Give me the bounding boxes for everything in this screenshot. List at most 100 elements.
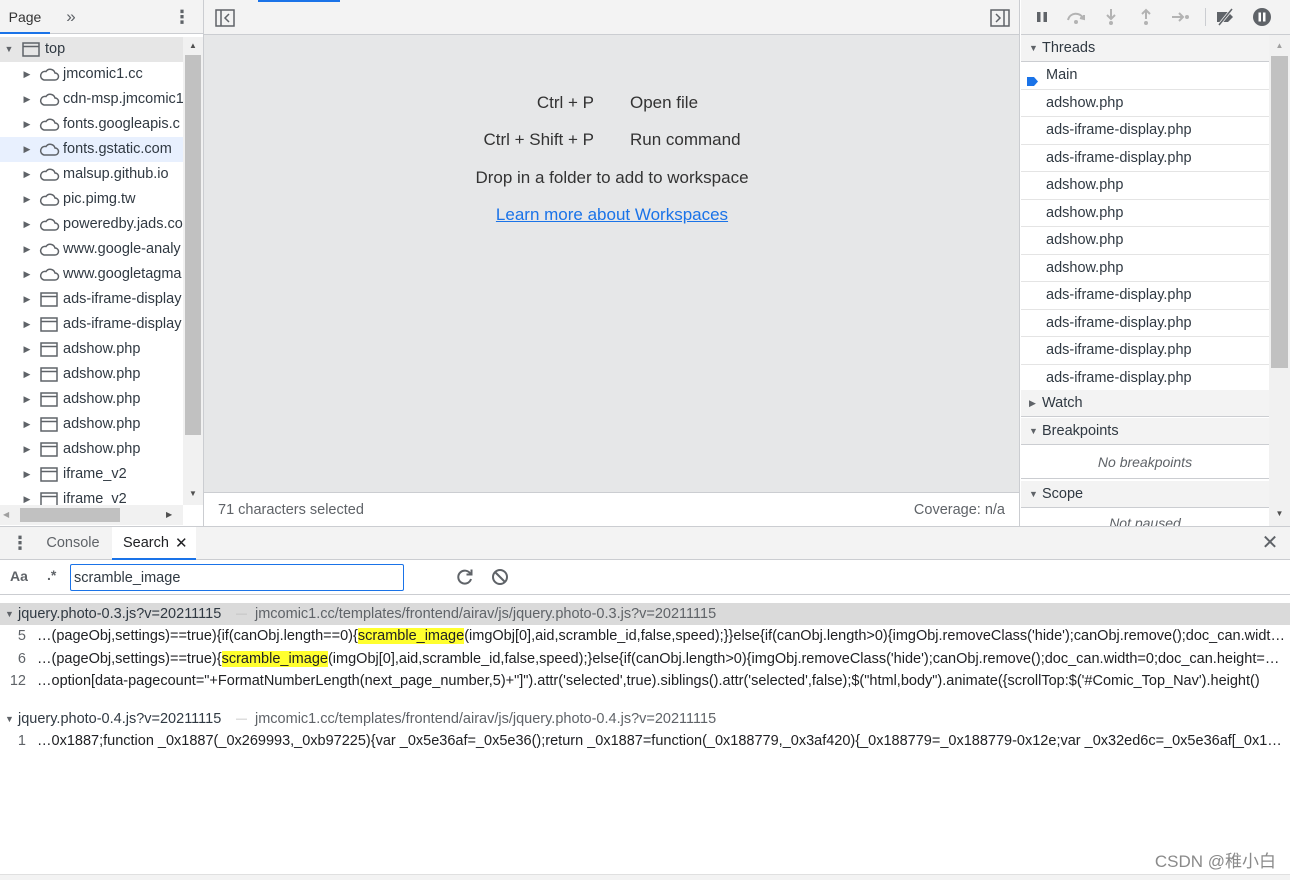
collapse-triangle-icon[interactable]: ▶: [21, 312, 33, 337]
tree-item[interactable]: ▶ iframe_v2: [0, 487, 183, 505]
tree-item[interactable]: ▶ adshow.php: [0, 412, 183, 437]
result-match-row[interactable]: 6 …(pageObj,settings)==true){scramble_ima…: [0, 648, 1290, 670]
collapse-triangle-icon[interactable]: ▶: [21, 412, 33, 437]
tree-item[interactable]: ▶ www.googletagma: [0, 262, 183, 287]
scroll-left-arrow-icon[interactable]: ◀: [3, 505, 17, 525]
tree-item[interactable]: ▶ cdn-msp.jmcomic1: [0, 87, 183, 112]
thread-item[interactable]: adshow.php: [1021, 255, 1269, 282]
step-over-icon[interactable]: [1065, 6, 1087, 28]
search-results: ▼ jquery.photo-0.3.js?v=20211115 — jmcomic1…: [0, 603, 1290, 873]
tree-item[interactable]: ▶ poweredby.jads.co: [0, 212, 183, 237]
collapse-triangle-icon[interactable]: ▶: [21, 462, 33, 487]
breakpoints-section-header[interactable]: ▼ Breakpoints: [1021, 418, 1269, 445]
scrollbar-thumb[interactable]: [1271, 56, 1288, 368]
coverage-status[interactable]: Coverage: n/a: [914, 493, 1005, 527]
collapse-triangle-icon[interactable]: ▶: [21, 437, 33, 462]
scrollbar-thumb[interactable]: [20, 508, 120, 522]
thread-name: ads-iframe-display.php: [1046, 287, 1192, 303]
collapse-triangle-icon[interactable]: ▶: [21, 287, 33, 312]
result-file-header[interactable]: ▼ jquery.photo-0.4.js?v=20211115 — jmcomic1…: [0, 708, 1290, 730]
collapse-triangle-icon[interactable]: ▶: [21, 137, 33, 162]
thread-item[interactable]: adshow.php: [1021, 227, 1269, 255]
regex-toggle[interactable]: .*: [47, 567, 56, 583]
thread-name: adshow.php: [1046, 94, 1124, 111]
step-icon[interactable]: [1169, 6, 1191, 28]
learn-more-workspaces-link[interactable]: Learn more about Workspaces: [496, 205, 728, 224]
pause-icon[interactable]: [1031, 6, 1053, 28]
tab-page[interactable]: Page: [0, 0, 50, 34]
tree-item[interactable]: ▶ fonts.googleapis.c: [0, 112, 183, 137]
collapse-triangle-icon[interactable]: ▶: [21, 62, 33, 87]
pause-on-exceptions-icon[interactable]: [1251, 6, 1273, 28]
tree-item[interactable]: ▶ ads-iframe-display: [0, 312, 183, 337]
thread-item[interactable]: ads-iframe-display.php: [1021, 145, 1269, 172]
thread-item[interactable]: ads-iframe-display.php: [1021, 310, 1269, 337]
thread-item[interactable]: Main: [1021, 62, 1269, 90]
tree-vertical-scrollbar[interactable]: ▲ ▼: [183, 37, 203, 505]
tree-horizontal-scrollbar[interactable]: ◀ ▶: [0, 505, 183, 525]
tab-console[interactable]: Console: [34, 527, 112, 560]
result-file-name: jquery.photo-0.4.js?v=20211115: [18, 710, 222, 727]
clear-icon[interactable]: [489, 566, 511, 588]
tree-item[interactable]: ▶ ads-iframe-display: [0, 287, 183, 312]
close-drawer-icon[interactable]: ✕: [1258, 527, 1282, 560]
collapse-triangle-icon[interactable]: ▶: [21, 337, 33, 362]
thread-item[interactable]: ads-iframe-display.php: [1021, 337, 1269, 365]
tree-item[interactable]: ▶ adshow.php: [0, 337, 183, 362]
tree-item[interactable]: ▶ iframe_v2: [0, 462, 183, 487]
tree-item[interactable]: ▶ adshow.php: [0, 362, 183, 387]
collapse-triangle-icon[interactable]: ▶: [21, 87, 33, 112]
threads-section-header[interactable]: ▼ Threads: [1021, 35, 1269, 62]
scrollbar-thumb[interactable]: [185, 55, 201, 435]
step-out-icon[interactable]: [1135, 6, 1157, 28]
collapse-triangle-icon[interactable]: ▶: [21, 212, 33, 237]
tree-item[interactable]: ▶ adshow.php: [0, 387, 183, 412]
thread-item[interactable]: ads-iframe-display.php: [1021, 117, 1269, 145]
tree-item[interactable]: ▶ adshow.php: [0, 437, 183, 462]
expand-triangle-icon[interactable]: ▼: [3, 37, 15, 62]
toggle-navigator-icon[interactable]: [214, 8, 236, 28]
result-match-row[interactable]: 12 …option[data-pagecount="+FormatNumberL…: [0, 670, 1290, 692]
collapse-triangle-icon[interactable]: ▶: [21, 362, 33, 387]
tab-search[interactable]: Search ✕: [112, 527, 196, 560]
thread-item[interactable]: adshow.php: [1021, 172, 1269, 200]
debugger-vertical-scrollbar[interactable]: ▲ ▼: [1269, 35, 1290, 526]
drawer-menu-icon[interactable]: ⋮: [10, 527, 30, 560]
collapse-triangle-icon[interactable]: ▶: [21, 237, 33, 262]
scroll-right-arrow-icon[interactable]: ▶: [166, 505, 180, 525]
scope-section-header[interactable]: ▼ Scope: [1021, 481, 1269, 508]
thread-item[interactable]: adshow.php: [1021, 90, 1269, 117]
watch-section-header[interactable]: ▶ Watch: [1021, 390, 1269, 417]
search-input[interactable]: [70, 564, 404, 591]
tree-item[interactable]: ▼ top: [0, 37, 183, 62]
more-tabs-icon[interactable]: »: [60, 0, 82, 34]
collapse-triangle-icon[interactable]: ▶: [21, 487, 33, 505]
result-file-header[interactable]: ▼ jquery.photo-0.3.js?v=20211115 — jmcomic1…: [0, 603, 1290, 625]
deactivate-breakpoints-icon[interactable]: [1214, 6, 1236, 28]
scroll-down-arrow-icon[interactable]: ▼: [1269, 507, 1290, 521]
match-case-toggle[interactable]: Aa: [10, 568, 28, 584]
tree-item[interactable]: ▶ malsup.github.io: [0, 162, 183, 187]
tree-item[interactable]: ▶ pic.pimg.tw: [0, 187, 183, 212]
more-options-icon[interactable]: ⋮: [172, 0, 192, 34]
thread-item[interactable]: ads-iframe-display.php: [1021, 282, 1269, 310]
result-match-row[interactable]: 1 …0x1887;function _0x1887(_0x269993,_0xb…: [0, 730, 1290, 752]
refresh-icon[interactable]: [454, 566, 476, 588]
collapse-triangle-icon[interactable]: ▶: [21, 187, 33, 212]
toggle-debugger-icon[interactable]: [989, 8, 1011, 28]
thread-item[interactable]: ads-iframe-display.php: [1021, 365, 1269, 392]
scroll-up-arrow-icon[interactable]: ▲: [183, 39, 203, 53]
thread-item[interactable]: adshow.php: [1021, 200, 1269, 227]
result-match-row[interactable]: 5 …(pageObj,settings)==true){if(canObj.le…: [0, 625, 1290, 647]
collapse-triangle-icon[interactable]: ▶: [21, 387, 33, 412]
collapse-triangle-icon[interactable]: ▶: [21, 112, 33, 137]
scroll-down-arrow-icon[interactable]: ▼: [183, 487, 203, 501]
close-tab-icon[interactable]: ✕: [175, 527, 188, 560]
scroll-up-arrow-icon[interactable]: ▲: [1269, 39, 1290, 53]
tree-item[interactable]: ▶ fonts.gstatic.com: [0, 137, 183, 162]
step-into-icon[interactable]: [1100, 6, 1122, 28]
collapse-triangle-icon[interactable]: ▶: [21, 162, 33, 187]
tree-item[interactable]: ▶ jmcomic1.cc: [0, 62, 183, 87]
tree-item[interactable]: ▶ www.google-analy: [0, 237, 183, 262]
collapse-triangle-icon[interactable]: ▶: [21, 262, 33, 287]
